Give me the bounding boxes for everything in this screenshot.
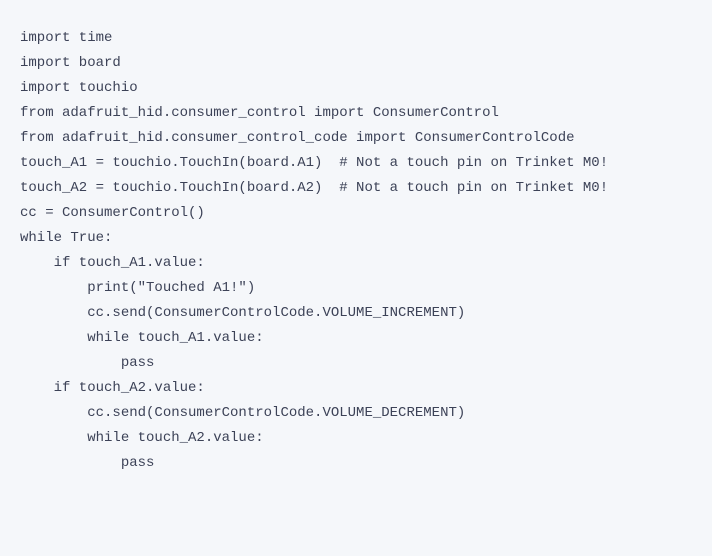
code-line: pass (20, 351, 692, 376)
code-line: if touch_A2.value: (20, 376, 692, 401)
code-line: from adafruit_hid.consumer_control_code … (20, 126, 692, 151)
code-block: import timeimport boardimport touchiofro… (0, 0, 712, 502)
code-line: cc = ConsumerControl() (20, 201, 692, 226)
code-line: from adafruit_hid.consumer_control impor… (20, 101, 692, 126)
code-line: import touchio (20, 76, 692, 101)
code-line: print("Touched A1!") (20, 276, 692, 301)
code-line: import time (20, 26, 692, 51)
code-line: if touch_A1.value: (20, 251, 692, 276)
code-line: while touch_A1.value: (20, 326, 692, 351)
code-line: cc.send(ConsumerControlCode.VOLUME_INCRE… (20, 301, 692, 326)
code-line: while touch_A2.value: (20, 426, 692, 451)
code-line: while True: (20, 226, 692, 251)
code-line: touch_A2 = touchio.TouchIn(board.A2) # N… (20, 176, 692, 201)
code-line: import board (20, 51, 692, 76)
code-line: cc.send(ConsumerControlCode.VOLUME_DECRE… (20, 401, 692, 426)
code-line: pass (20, 451, 692, 476)
code-line: touch_A1 = touchio.TouchIn(board.A1) # N… (20, 151, 692, 176)
